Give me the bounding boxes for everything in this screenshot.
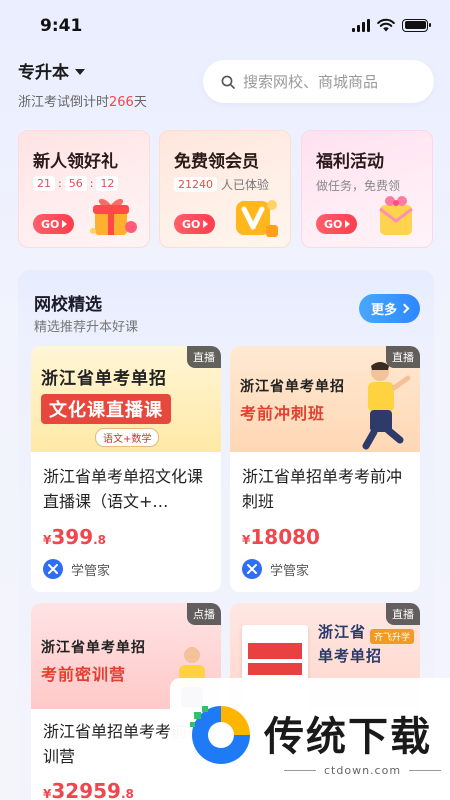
level-label: 专升本 (18, 63, 69, 83)
course-title: 浙江省单招单考考前冲刺班 (242, 467, 403, 511)
cover-heading: 浙江省单考单招 (41, 640, 146, 656)
promo-title: 福利活动 (316, 152, 384, 172)
cover-heading: 浙江省单考单招 (240, 379, 345, 395)
running-student-illustration (362, 362, 411, 450)
go-label: GO (41, 217, 60, 231)
envelope-gift-icon (379, 196, 413, 235)
wifi-icon (377, 18, 395, 32)
battery-icon (402, 18, 431, 32)
price-integer: 18080 (250, 525, 320, 549)
gift-icon (90, 198, 137, 235)
signal-icon (352, 18, 370, 32)
cover-subheading: 单考单招 (318, 647, 383, 665)
status-time: 9:41 (40, 16, 83, 36)
cover-subheading: 考前冲刺班 (240, 404, 326, 423)
status-icons (352, 18, 431, 32)
section-title: 网校精选 (34, 295, 102, 315)
level-selector[interactable]: 专升本 (18, 58, 147, 83)
countdown-days: 266 (109, 95, 134, 110)
go-button[interactable]: GO (316, 214, 358, 234)
search-box[interactable] (203, 60, 434, 103)
exam-countdown: 浙江考试倒计时266天 (18, 91, 147, 110)
cover-subheading: 文化课直播课 (41, 394, 171, 424)
course-cover: 直播 浙江省单考单招 考前冲刺班 (230, 346, 420, 452)
promo-title: 免费领会员 (174, 152, 259, 172)
status-bar: 9:41 (0, 0, 450, 50)
timer-hours: 21 (33, 176, 55, 191)
member-count-number: 21240 (174, 177, 217, 192)
ctdown-logo (190, 706, 250, 764)
live-tag: 直播 (386, 603, 420, 625)
search-icon (221, 75, 235, 89)
brand-pill: 齐飞升学 (369, 629, 414, 644)
timer-minutes: 56 (64, 176, 87, 191)
section-subtitle: 精选推荐升本好课 (34, 320, 139, 335)
promo-welfare-activity[interactable]: 福利活动 做任务，免费领 GO (301, 130, 433, 248)
vip-badge-icon (236, 200, 278, 237)
go-label: GO (324, 217, 343, 231)
provider: 学管家 (43, 559, 110, 579)
course-price: ¥32959.8 (43, 779, 134, 800)
provider-name: 学管家 (270, 563, 310, 579)
chevron-right-icon (399, 303, 410, 314)
cover-subjects: 语文+数学 (95, 428, 160, 447)
countdown-prefix: 浙江考试倒计时 (18, 95, 110, 110)
go-label: GO (182, 217, 201, 231)
provider-logo-icon (43, 559, 63, 579)
go-button[interactable]: GO (33, 214, 75, 234)
promo-title: 新人领好礼 (33, 152, 118, 172)
course-title: 浙江省单考单招文化课直播课（语文+… (43, 467, 204, 511)
price-integer: 399 (51, 525, 94, 549)
provider: 学管家 (242, 559, 309, 579)
course-card[interactable]: 直播 浙江省单考单招 文化课直播课 语文+数学 浙江省单考单招文化课直播课（语文… (31, 346, 221, 592)
cover-heading: 浙江省单考单招 (41, 369, 167, 389)
search-input[interactable] (243, 72, 413, 91)
course-price: ¥399.8 (43, 525, 106, 549)
live-tag: 直播 (187, 346, 221, 368)
more-button[interactable]: 更多 (359, 294, 420, 323)
watermark-overlay: 传统下载 ctdown.com (170, 678, 450, 800)
course-price: ¥18080 (242, 525, 320, 549)
promo-free-membership[interactable]: 免费领会员 21240 人已体验 GO (159, 130, 291, 248)
price-decimal: .8 (120, 787, 134, 800)
go-button[interactable]: GO (174, 214, 216, 234)
header-left: 专升本 浙江考试倒计时266天 (18, 58, 147, 110)
provider-logo-icon (242, 559, 262, 579)
cover-heading: 浙江省 (318, 623, 367, 641)
watermark-text: 传统下载 (264, 714, 432, 760)
more-label: 更多 (370, 303, 397, 318)
course-cover: 直播 浙江省单考单招 文化课直播课 语文+数学 (31, 346, 221, 452)
promo-new-user-gift[interactable]: 新人领好礼 21: 56: 12 GO (18, 130, 150, 248)
cover-subheading: 考前密训营 (41, 665, 127, 684)
course-card[interactable]: 直播 浙江省单考单招 考前冲刺班 浙江省单招单考考前冲刺班 ¥18080 学管家 (230, 346, 420, 592)
provider-name: 学管家 (71, 563, 111, 579)
caret-down-icon (75, 68, 85, 75)
watermark-url: ctdown.com (283, 764, 442, 777)
countdown-suffix: 天 (133, 95, 147, 110)
price-decimal: .8 (93, 533, 107, 547)
live-tag: 直播 (386, 346, 420, 368)
price-integer: 32959 (51, 779, 121, 800)
vod-tag: 点播 (187, 603, 221, 625)
